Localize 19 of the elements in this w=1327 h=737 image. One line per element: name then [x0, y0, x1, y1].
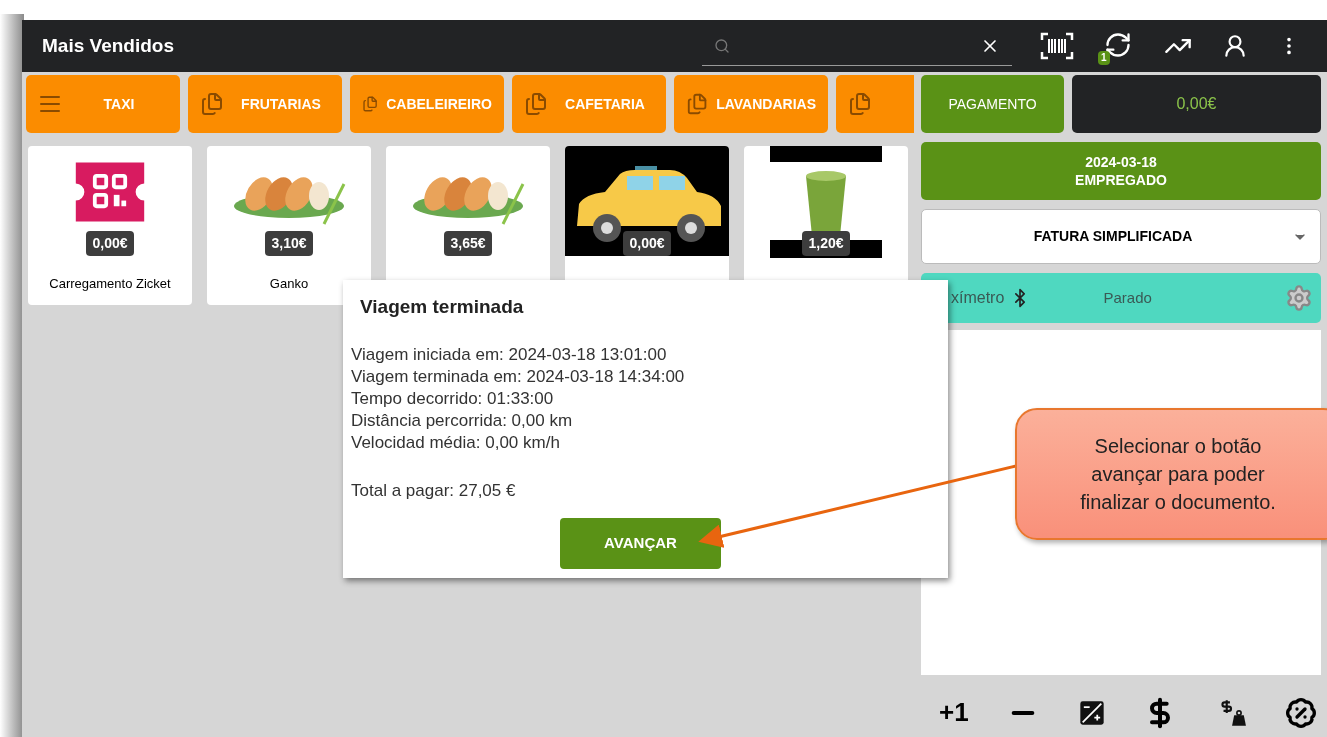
trip-detail: Distância percorrida: 0,00 km	[351, 409, 574, 432]
taximeter-label: xímetro	[951, 288, 1005, 308]
trip-detail: Tempo decorrido: 01:33:00	[351, 387, 555, 410]
price-badge: 3,10€	[265, 231, 313, 256]
product-name: Carregamento Zicket	[49, 275, 171, 293]
price-badge: 1,20€	[802, 231, 850, 256]
price-badge: 0,00€	[86, 231, 134, 256]
page-title: Mais Vendidos	[42, 33, 175, 58]
total-display: 0,00€	[1072, 75, 1321, 133]
sync-badge: 1	[1098, 51, 1110, 65]
taximeter-status: Parado	[1102, 287, 1153, 308]
trip-total: Total a pagar: 27,05 €	[351, 479, 517, 502]
price-badge: 3,65€	[444, 231, 492, 256]
trip-detail: Velocidad média: 0,00 km/h	[351, 431, 561, 454]
callout-note: Selecionar o botão avançar para poder finalizar o documento.	[1015, 408, 1327, 540]
product-name: Ganko	[269, 275, 309, 293]
trip-detail: Viagem iniciada em: 2024-03-18 13:01:00	[351, 343, 668, 366]
price-badge: 0,00€	[623, 231, 671, 256]
trip-detail: Viagem terminada em: 2024-03-18 14:34:00	[351, 365, 686, 388]
